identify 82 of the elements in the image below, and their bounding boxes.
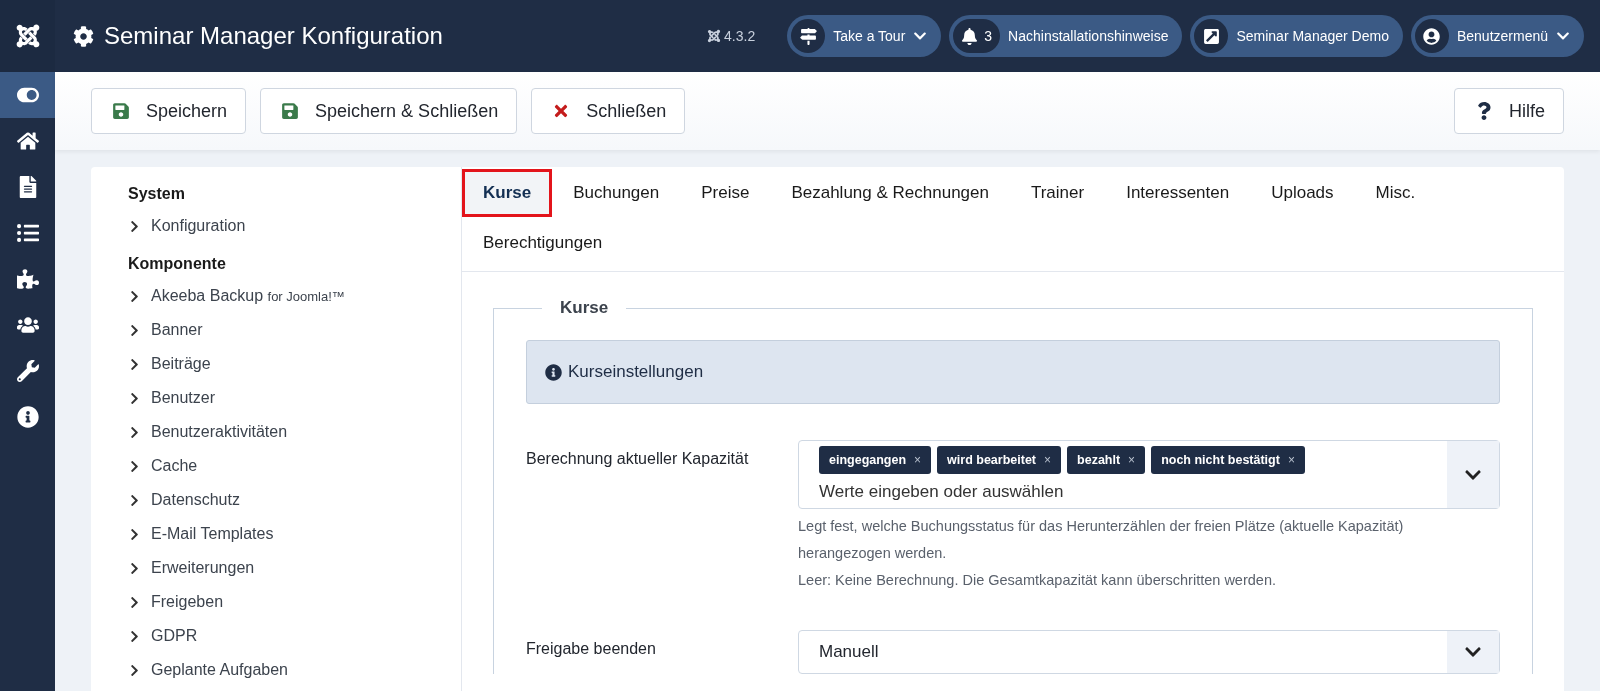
tag-label: noch nicht bestätigt xyxy=(1161,453,1280,467)
nav-group-title: Komponente xyxy=(128,255,227,273)
nav-link[interactable]: Cache xyxy=(128,449,461,483)
select-field[interactable]: Manuell xyxy=(798,630,1500,674)
tab[interactable]: Berechtigungen xyxy=(462,219,624,267)
chevron-right-icon xyxy=(128,629,141,643)
tag-label: bezahlt xyxy=(1077,453,1121,467)
tab[interactable]: Bezahlung & Rechnungen xyxy=(770,169,1010,217)
header-button[interactable]: 3 Nachinstallationshinweise xyxy=(949,15,1183,57)
remove-tag-button[interactable]: × xyxy=(914,453,922,467)
tab[interactable]: Misc. xyxy=(1354,169,1437,217)
signpost-icon xyxy=(799,27,817,45)
header-button[interactable]: Take a Tour xyxy=(787,15,942,57)
tab[interactable]: Interessenten xyxy=(1105,169,1251,217)
remove-tag-button[interactable]: × xyxy=(1287,453,1295,467)
chevron-right-icon xyxy=(128,391,141,405)
close-button[interactable]: Schließen xyxy=(531,88,686,134)
help-text: Leer: Keine Berechnung. Die Gesamtkapazität kann überschritten werden. xyxy=(798,571,1277,590)
home-icon xyxy=(16,130,39,152)
multi-select-field[interactable]: eingegangen × wird bearbeitet × bezahlt × noch nicht bestätigt × Werte eingeben oder auswählen xyxy=(798,440,1500,509)
tab[interactable]: Kurse xyxy=(462,169,553,217)
chevron-right-icon xyxy=(128,595,141,609)
info-icon xyxy=(16,406,39,428)
help-button[interactable]: Hilfe xyxy=(1454,88,1564,134)
chevron-right-icon xyxy=(128,289,141,303)
settings-icon xyxy=(73,25,94,47)
logo-icon xyxy=(14,23,41,49)
nav-link[interactable]: Benutzeraktivitäten xyxy=(128,415,461,449)
nav-link[interactable]: Banner xyxy=(128,313,461,347)
logo-icon xyxy=(707,29,722,43)
nav-link[interactable]: Benutzer xyxy=(128,381,461,415)
wrench-icon xyxy=(16,360,39,382)
user-icon xyxy=(1423,27,1441,45)
tab[interactable]: Preise xyxy=(680,169,771,217)
chevron-right-icon xyxy=(128,493,141,507)
bell-icon xyxy=(961,27,979,45)
nav-link[interactable]: GDPR xyxy=(128,619,461,653)
save-button[interactable]: Speichern xyxy=(91,88,247,134)
chevron-right-icon xyxy=(128,219,141,233)
chevron-right-icon xyxy=(128,459,141,473)
list-icon xyxy=(16,222,39,244)
header-button[interactable]: Benutzermenü xyxy=(1410,15,1584,57)
chevron-right-icon xyxy=(128,663,141,677)
remove-tag-button[interactable]: × xyxy=(1044,453,1052,467)
field-label: Berechnung aktueller Kapazität xyxy=(526,449,750,469)
info-icon xyxy=(545,363,562,381)
save-icon xyxy=(281,102,300,120)
tag-label: wird bearbeitet xyxy=(947,453,1037,467)
nav-link[interactable]: Erweiterungen xyxy=(128,551,461,585)
puzzle-icon xyxy=(16,268,39,290)
sidebar-item[interactable] xyxy=(0,72,55,118)
nav-group-title: System xyxy=(128,185,186,203)
fieldset-legend: Kurse xyxy=(542,298,627,318)
nav-link[interactable]: E-Mail Templates xyxy=(128,517,461,551)
remove-tag-button[interactable]: × xyxy=(1128,453,1136,467)
version-text: 4.3.2 xyxy=(724,28,756,44)
tab[interactable]: Uploads xyxy=(1250,169,1355,217)
save-icon xyxy=(112,102,130,120)
info-text: Kurseinstellungen xyxy=(568,362,704,382)
chevron-right-icon xyxy=(128,323,141,337)
nav-link[interactable]: Freigeben xyxy=(128,585,461,619)
users-icon xyxy=(16,314,39,336)
help-text: Legt fest, welche Buchungsstatus für das Herunterzählen der freien Plätze (aktuelle Kapazität) herangezogen werden. xyxy=(798,517,1405,563)
chevron-right-icon xyxy=(128,357,141,371)
help-icon xyxy=(1475,102,1493,120)
notification-count: 3 xyxy=(984,28,993,44)
nav-link[interactable]: Konfiguration xyxy=(128,209,461,243)
nav-link[interactable]: Geplante Aufgaben xyxy=(128,653,461,687)
tag-label: eingegangen xyxy=(829,453,907,467)
nav-link[interactable]: Akeeba Backup for Joomla!™ xyxy=(128,279,461,313)
header-button[interactable]: Seminar Manager Demo xyxy=(1190,15,1403,57)
nav-link[interactable]: Beiträge xyxy=(128,347,461,381)
external-link-icon xyxy=(1202,27,1220,45)
tab[interactable]: Trainer xyxy=(1009,169,1106,217)
nav-link[interactable]: Datenschutz xyxy=(128,483,461,517)
chevron-right-icon xyxy=(128,527,141,541)
tab[interactable]: Buchungen xyxy=(552,169,681,217)
save-button[interactable]: Speichern & Schließen xyxy=(260,88,518,134)
chevron-right-icon xyxy=(128,561,141,575)
chevron-right-icon xyxy=(128,425,141,439)
field-label: Freigabe beenden xyxy=(526,639,657,659)
page-title: Seminar Manager Konfiguration xyxy=(104,22,443,50)
